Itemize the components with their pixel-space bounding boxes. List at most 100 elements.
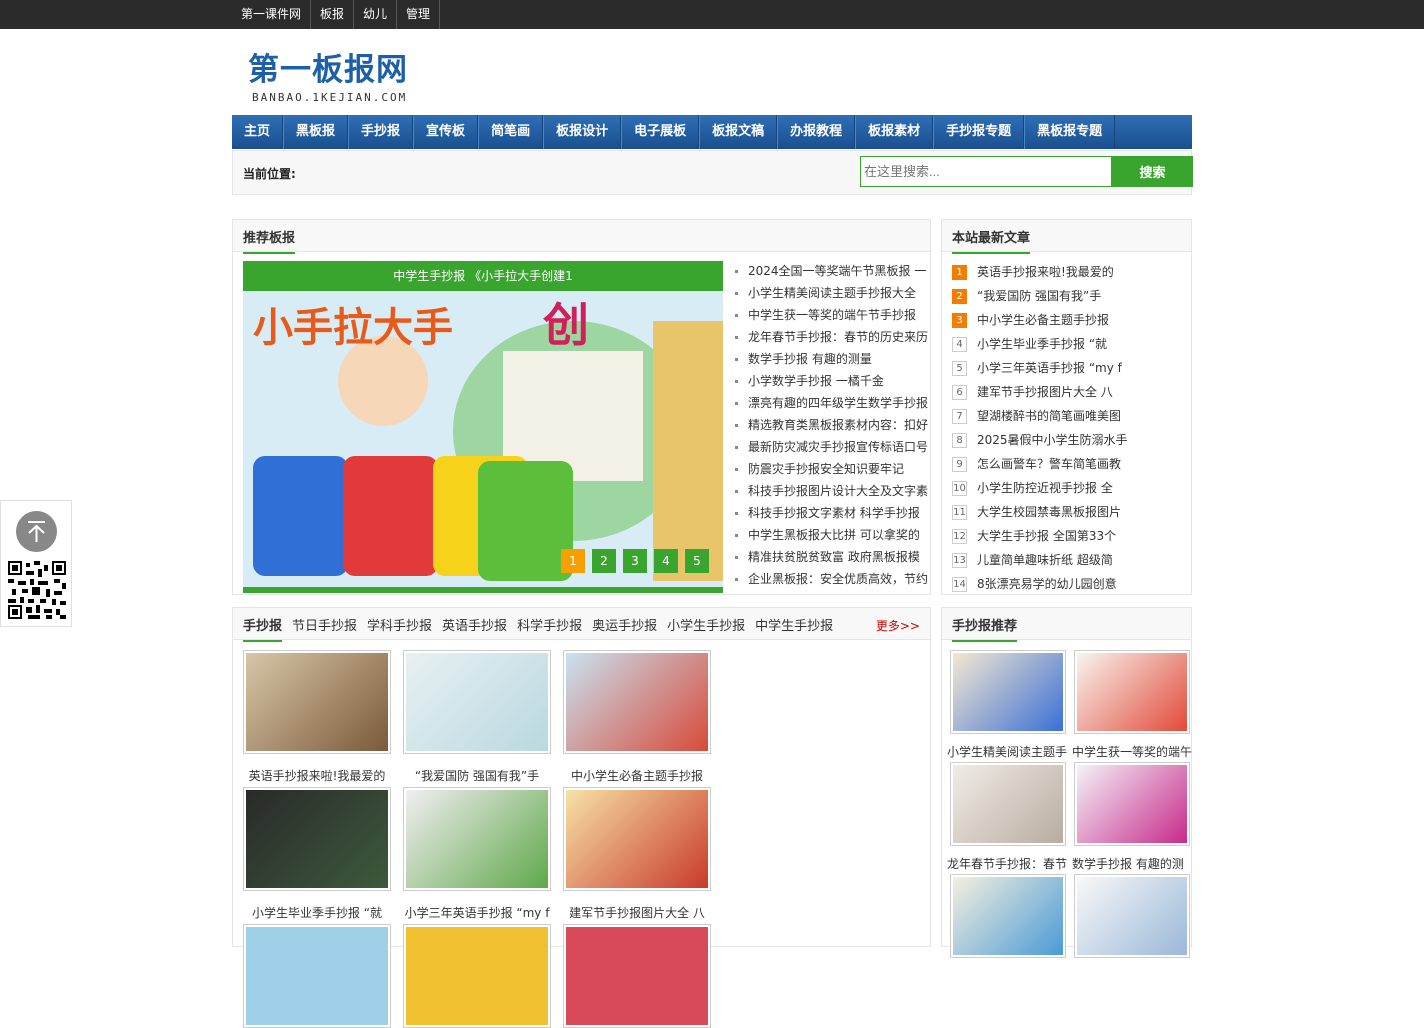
list-item[interactable]: 中学生黑板报大比拼 可以拿奖的 [733,524,933,546]
tab-english[interactable]: 英语手抄报 [442,615,507,642]
handcopy-tabs: 手抄报 节日手抄报 学科手抄报 英语手抄报 科学手抄报 奥运手抄报 小学生手抄报… [243,615,843,642]
site-logo[interactable]: 第一板报网 BANBAO.1KEJIAN.COM [248,44,408,104]
thumbnail[interactable] [243,650,391,754]
list-item[interactable]: 10 小学生防控近视手抄报 全 [952,476,1182,500]
handcopy-recommend-panel: 手抄报推荐 小学生精美阅读主题手 中学生获一等奖的端午 龙年春节手抄报：春节 数… [941,607,1194,958]
list-item[interactable]: 最新防灾减灾手抄报宣传标语口号 [733,436,933,458]
thumbnail-caption[interactable]: 建军节手抄报图片大全 八 [562,904,712,921]
thumbnail[interactable] [403,650,551,754]
thumbnail[interactable] [563,650,711,754]
list-item[interactable]: 11 大学生校园禁毒黑板报图片 [952,500,1182,524]
search-button[interactable]: 搜索 [1112,156,1193,187]
list-item[interactable]: 9 怎么画警车？警车简笔画教 [952,452,1182,476]
thumbnail[interactable] [950,650,1066,734]
topnav-admin[interactable]: 管理 [397,0,441,29]
hcrec-header: 手抄报推荐 [942,608,1191,642]
thumbnail[interactable] [1074,874,1190,958]
featured-slider[interactable]: 小手拉大手 创 中学生手抄报 《小手拉大手创建1 1 2 3 4 5 [243,261,723,593]
tab-olympic[interactable]: 奥运手抄报 [592,615,657,642]
slide-dot-2[interactable]: 2 [592,549,616,573]
nav-banbao-design[interactable]: 板报设计 [543,115,622,149]
thumbnail-caption[interactable]: 数学手抄报 有趣的测 [1072,855,1194,872]
tab-festival[interactable]: 节日手抄报 [292,615,357,642]
slide-dot-4[interactable]: 4 [654,549,678,573]
more-link[interactable]: 更多>> [876,617,920,634]
slide-caption[interactable]: 中学生手抄报 《小手拉大手创建1 [243,261,723,291]
nav-shouchaobao-topic[interactable]: 手抄报专题 [933,115,1025,149]
list-item[interactable]: 防震灾手抄报安全知识要牢记 [733,458,933,480]
tab-subject[interactable]: 学科手抄报 [367,615,432,642]
list-item[interactable]: 3 中小学生必备主题手抄报 [952,308,1182,332]
rank-badge: 3 [952,313,967,328]
list-item[interactable]: 科技手抄报图片设计大全及文字素 [733,480,933,502]
list-item[interactable]: 数学手抄报 有趣的测量 [733,348,933,370]
back-to-top-button[interactable] [16,511,57,552]
thumbnail-image [953,877,1063,955]
thumbnail[interactable] [1074,650,1190,734]
thumbnail-caption[interactable]: 龙年春节手抄报：春节 [947,855,1069,872]
tab-science[interactable]: 科学手抄报 [517,615,582,642]
slide-dot-3[interactable]: 3 [623,549,647,573]
recommend-list: 2024全国一等奖端午节黑板报 一 小学生精美阅读主题手抄报大全 中学生获一等奖… [733,260,933,590]
svg-text:小手拉大手: 小手拉大手 [253,305,453,351]
slide-dot-5[interactable]: 5 [685,549,709,573]
list-item-label: 望湖楼醉书的简笔画唯美图 [977,409,1122,423]
thumbnail[interactable] [950,874,1066,958]
nav-e-display[interactable]: 电子展板 [621,115,700,149]
list-item[interactable]: 企业黑板报：安全优质高效，节约 [733,568,933,590]
nav-heibanbao[interactable]: 黑板报 [283,115,349,149]
thumbnail[interactable] [243,787,391,891]
thumbnail[interactable] [403,787,551,891]
list-item[interactable]: 12 大学生手抄报 全国第33个 [952,524,1182,548]
tab-primary[interactable]: 小学生手抄报 [667,615,745,642]
nav-shouchaobao[interactable]: 手抄报 [348,115,414,149]
topnav-1kejian[interactable]: 第一课件网 [232,0,312,29]
list-item[interactable]: 科技手抄报文字素材 科学手抄报 [733,502,933,524]
thumbnail-caption[interactable]: 中小学生必备主题手抄报 [562,767,712,784]
list-item[interactable]: 4 小学生毕业季手抄报 “就 [952,332,1182,356]
slide-image[interactable]: 小手拉大手 创 [243,261,723,593]
nav-home[interactable]: 主页 [232,115,284,149]
list-item[interactable]: 中学生获一等奖的端午节手抄报 [733,304,933,326]
list-item[interactable]: 14 8张漂亮易学的幼儿园创意 [952,572,1182,596]
list-item[interactable]: 小学数学手抄报 一橘千金 [733,370,933,392]
search-input[interactable] [860,156,1112,187]
list-item[interactable]: 1 英语手抄报来啦!我最爱的 [952,260,1182,284]
thumbnail[interactable] [1074,762,1190,846]
list-item[interactable]: 2 “我爱国防 强国有我”手 [952,284,1182,308]
nav-jianbihua[interactable]: 简笔画 [478,115,544,149]
thumbnail[interactable] [563,924,711,1028]
thumbnail-caption[interactable]: 小学生毕业季手抄报 “就 [242,904,392,921]
thumbnail[interactable] [403,924,551,1028]
list-item[interactable]: 8 2025暑假中小学生防溺水手 [952,428,1182,452]
nav-material[interactable]: 板报素材 [855,115,934,149]
list-item[interactable]: 2024全国一等奖端午节黑板报 一 [733,260,933,282]
list-item[interactable]: 精选教育类黑板报素材内容：扣好 [733,414,933,436]
thumbnail-caption[interactable]: 中学生获一等奖的端午 [1072,743,1194,760]
thumbnail-caption[interactable]: “我爱国防 强国有我”手 [402,767,552,784]
topnav-youer[interactable]: 幼儿 [354,0,398,29]
list-item[interactable]: 漂亮有趣的四年级学生数学手抄报 [733,392,933,414]
list-item[interactable]: 5 小学三年英语手抄报 “my f [952,356,1182,380]
nav-tutorial[interactable]: 办报教程 [777,115,856,149]
thumbnail[interactable] [563,787,711,891]
nav-heibanbao-topic[interactable]: 黑板报专题 [1024,115,1116,149]
tab-middle[interactable]: 中学生手抄报 [755,615,833,642]
logo-title: 第一板报网 [248,52,408,88]
topnav-banbao[interactable]: 板报 [311,0,355,29]
thumbnail-caption[interactable]: 英语手抄报来啦!我最爱的 [242,767,392,784]
list-item[interactable]: 精准扶贫脱贫致富 政府黑板报模 [733,546,933,568]
tab-shouchaobao[interactable]: 手抄报 [243,615,283,642]
list-item[interactable]: 7 望湖楼醉书的简笔画唯美图 [952,404,1182,428]
nav-xuanchuanban[interactable]: 宣传板 [413,115,479,149]
list-item[interactable]: 6 建军节手抄报图片大全 八 [952,380,1182,404]
list-item[interactable]: 13 儿童简单趣味折纸 超级简 [952,548,1182,572]
slide-dot-1[interactable]: 1 [561,549,585,573]
thumbnail[interactable] [950,762,1066,846]
list-item[interactable]: 龙年春节手抄报：春节的历史来历 [733,326,933,348]
thumbnail-caption[interactable]: 小学三年英语手抄报 “my f [402,904,552,921]
list-item[interactable]: 小学生精美阅读主题手抄报大全 [733,282,933,304]
nav-banbao-text[interactable]: 板报文稿 [699,115,778,149]
thumbnail[interactable] [243,924,391,1028]
thumbnail-caption[interactable]: 小学生精美阅读主题手 [947,743,1069,760]
